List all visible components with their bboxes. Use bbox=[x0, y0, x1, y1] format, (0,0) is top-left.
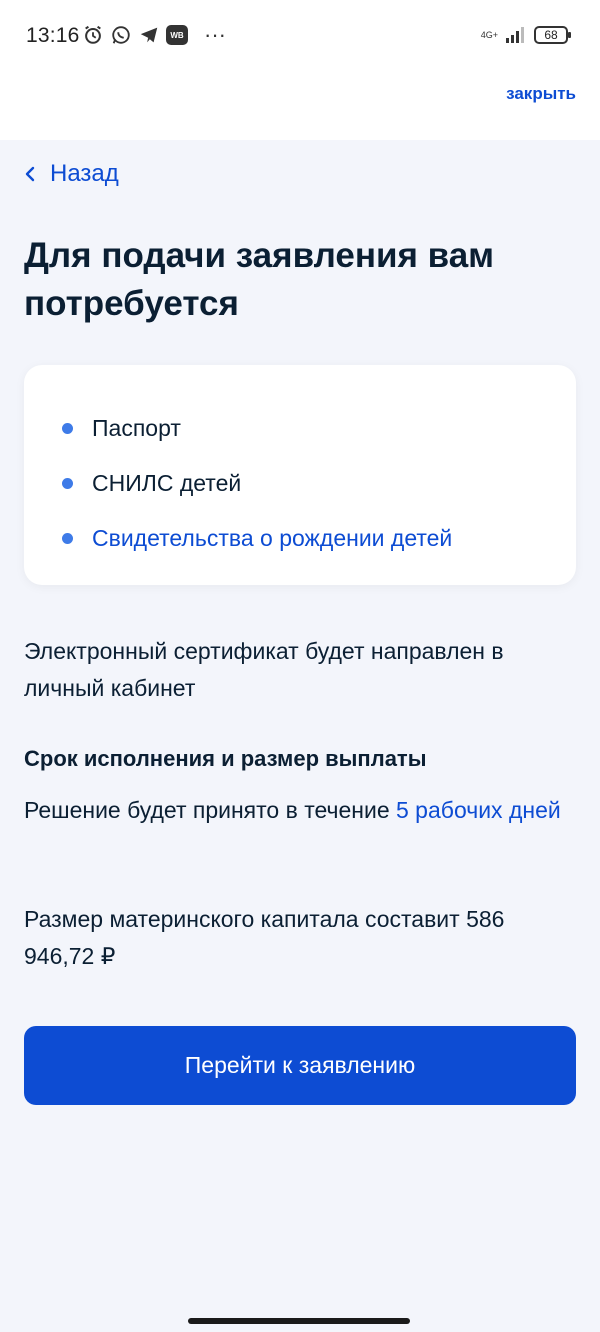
notification-icons: WB ··· bbox=[82, 24, 226, 46]
wildberries-icon: WB bbox=[166, 25, 188, 45]
page-title: Для подачи заявления вам потребуется bbox=[24, 236, 495, 323]
decision-prefix: Решение будет принято в течение bbox=[24, 797, 396, 823]
signal-icon bbox=[506, 27, 524, 43]
list-item: Паспорт bbox=[62, 401, 576, 456]
network-type: 4G+ bbox=[480, 29, 498, 40]
go-to-application-button[interactable]: Перейти к заявлению bbox=[24, 1026, 576, 1105]
birth-certificates-link[interactable]: Свидетельства о рождении детей bbox=[92, 525, 452, 552]
chevron-left-icon bbox=[25, 166, 35, 182]
alarm-icon bbox=[85, 25, 101, 44]
documents-card: Паспорт СНИЛС детей Свидетельства о рожд… bbox=[24, 365, 576, 585]
close-button[interactable]: закрыть bbox=[506, 84, 576, 104]
list-item[interactable]: Свидетельства о рождении детей bbox=[62, 511, 576, 566]
home-indicator[interactable] bbox=[188, 1318, 410, 1324]
capital-info: Размер материнского капитала составит 58… bbox=[24, 906, 505, 969]
battery-icon: 68 bbox=[534, 26, 571, 44]
bullet-icon bbox=[62, 478, 73, 489]
status-bar: 13:16 WB ··· 4G+ 68 bbox=[0, 0, 600, 70]
bullet-icon bbox=[62, 533, 73, 544]
terms-heading: Срок исполнения и размер выплаты bbox=[24, 746, 427, 771]
document-label: Паспорт bbox=[92, 415, 181, 441]
certificate-info: Электронный сертификат будет направлен в… bbox=[24, 638, 504, 701]
whatsapp-icon bbox=[112, 26, 130, 44]
more-notifications-icon: ··· bbox=[204, 22, 226, 47]
telegram-icon bbox=[140, 27, 158, 43]
system-icons: 4G+ 68 bbox=[480, 26, 571, 44]
status-time: 13:16 bbox=[26, 24, 80, 47]
top-bar: закрыть bbox=[0, 70, 600, 140]
list-item: СНИЛС детей bbox=[62, 456, 576, 511]
bullet-icon bbox=[62, 423, 73, 434]
decision-period: 5 рабочих дней bbox=[396, 797, 561, 823]
decision-info: Решение будет принято в течение 5 рабочи… bbox=[24, 792, 576, 829]
back-label: Назад bbox=[50, 160, 119, 187]
back-button[interactable]: Назад bbox=[24, 160, 119, 188]
document-label: СНИЛС детей bbox=[92, 470, 242, 496]
